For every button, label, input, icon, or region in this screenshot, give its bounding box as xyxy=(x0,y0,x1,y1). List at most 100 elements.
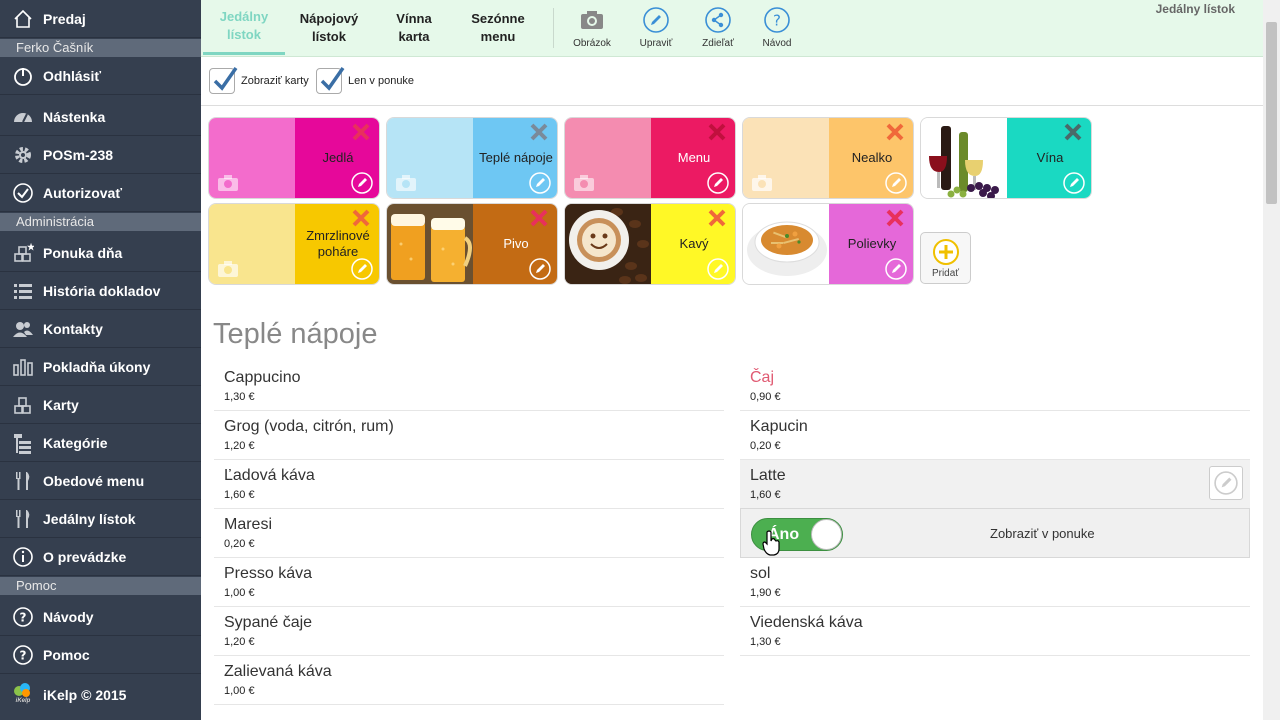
pencil-icon[interactable] xyxy=(707,172,729,194)
checkbox-label: Zobraziť karty xyxy=(241,75,309,87)
obrazok-button[interactable]: Obrázok xyxy=(562,6,622,49)
tab-sezonne-menu[interactable]: Sezónne menu xyxy=(463,0,533,55)
tab-jedalny-listok[interactable]: Jedálny lístok xyxy=(203,0,285,55)
sidebar-item-jedalny-listok[interactable]: Jedálny lístok xyxy=(0,501,201,538)
camera-icon[interactable] xyxy=(751,174,773,192)
sidebar-item-historia[interactable]: História dokladov xyxy=(0,273,201,310)
sidebar-item-karty[interactable]: Karty xyxy=(0,387,201,424)
sidebar-item-label: Kategórie xyxy=(43,435,108,451)
sidebar-item-ponuka-dna[interactable]: ★ Ponuka dňa xyxy=(0,235,201,272)
pencil-icon[interactable] xyxy=(707,258,729,280)
close-icon[interactable] xyxy=(1063,122,1083,142)
list-item[interactable]: Kapucin 0,20 € xyxy=(740,411,1250,460)
close-icon[interactable] xyxy=(707,208,727,228)
sidebar: Predaj Ferko Čašník Odhlásiť Nástenka PO… xyxy=(0,0,201,720)
sidebar-item-label: Autorizovať xyxy=(43,185,123,201)
list-item[interactable]: Čaj 0,90 € xyxy=(740,362,1250,411)
sidebar-item-predaj[interactable]: Predaj xyxy=(0,0,201,38)
home-icon xyxy=(12,8,34,30)
sidebar-item-label: Odhlásiť xyxy=(43,68,102,84)
sidebar-item-kontakty[interactable]: Kontakty xyxy=(0,311,201,348)
checkmark-icon xyxy=(213,66,238,91)
sidebar-item-obedove-menu[interactable]: Obedové menu xyxy=(0,463,201,500)
sidebar-item-posm[interactable]: POSm-238 xyxy=(0,137,201,174)
checkbox-box[interactable] xyxy=(316,66,345,94)
close-icon[interactable] xyxy=(351,208,371,228)
navod-button[interactable]: ? Návod xyxy=(747,6,807,49)
list-item[interactable]: Viedenská káva 1,30 € xyxy=(740,607,1250,656)
camera-icon[interactable] xyxy=(217,260,239,278)
dashboard-icon xyxy=(12,106,34,128)
pencil-icon[interactable] xyxy=(1063,172,1085,194)
sidebar-item-kategorie[interactable]: Kategórie xyxy=(0,425,201,462)
sidebar-item-label: História dokladov xyxy=(43,283,161,299)
sidebar-item-nastenka[interactable]: Nástenka xyxy=(0,99,201,136)
pencil-icon[interactable] xyxy=(885,172,907,194)
camera-icon[interactable] xyxy=(217,174,239,192)
zdielat-button[interactable]: Zdieľať xyxy=(688,6,748,49)
pencil-icon[interactable] xyxy=(529,258,551,280)
pencil-icon[interactable] xyxy=(351,172,373,194)
list-item[interactable]: Grog (voda, citrón, rum) 1,20 € xyxy=(214,411,724,460)
sidebar-admin-header: Administrácia xyxy=(0,213,201,231)
camera-icon[interactable] xyxy=(395,174,417,192)
soup-photo xyxy=(743,204,829,284)
scrollbar[interactable] xyxy=(1263,0,1280,720)
list-item[interactable]: Maresi 0,20 € xyxy=(214,509,724,558)
category-card-pivo[interactable]: Pivo xyxy=(386,203,558,285)
upravit-button[interactable]: Upraviť xyxy=(626,6,686,49)
list-item[interactable]: Cappucino 1,30 € xyxy=(214,362,724,411)
sidebar-item-pomoc[interactable]: ? Pomoc xyxy=(0,637,201,674)
list-item[interactable]: Sypané čaje 1,20 € xyxy=(214,607,724,656)
sidebar-item-o-prevadzke[interactable]: O prevádzke xyxy=(0,539,201,576)
close-icon[interactable] xyxy=(351,122,371,142)
category-card-zmrzlinove-pohare[interactable]: Zmrzlinové poháre xyxy=(208,203,380,285)
sidebar-item-autorizovat[interactable]: Autorizovať xyxy=(0,175,201,212)
gear-icon xyxy=(12,144,34,166)
close-icon[interactable] xyxy=(885,208,905,228)
pencil-icon[interactable] xyxy=(529,172,551,194)
pencil-icon[interactable] xyxy=(351,258,373,280)
sidebar-item-label: O prevádzke xyxy=(43,549,127,565)
list-item[interactable]: Zalievaná káva 1,00 € xyxy=(214,656,724,705)
checkbox-box[interactable] xyxy=(209,66,238,94)
close-icon[interactable] xyxy=(529,122,549,142)
list-item-selected[interactable]: Latte 1,60 € xyxy=(740,460,1250,509)
list-item[interactable]: Presso káva 1,00 € xyxy=(214,558,724,607)
len-v-ponuke-checkbox[interactable]: Len v ponuke xyxy=(316,66,414,94)
sidebar-item-pokladna[interactable]: Pokladňa úkony xyxy=(0,349,201,386)
category-card-nealko[interactable]: Nealko xyxy=(742,117,914,199)
add-category-label: Pridať xyxy=(931,267,960,279)
category-card-vina[interactable]: Vína xyxy=(920,117,1092,199)
power-icon xyxy=(12,65,34,87)
list-item[interactable]: Ľadová káva 1,60 € xyxy=(214,460,724,509)
toggle-knob xyxy=(811,519,842,550)
scrollbar-thumb[interactable] xyxy=(1266,22,1277,204)
users-icon xyxy=(12,318,34,340)
tab-napojovy-listok[interactable]: Nápojový lístok xyxy=(293,0,365,55)
sidebar-item-label: Obedové menu xyxy=(43,473,145,489)
edit-item-button[interactable] xyxy=(1209,466,1243,500)
sidebar-item-odhlasit[interactable]: Odhlásiť xyxy=(0,58,201,95)
category-card-teple-napoje[interactable]: Teplé nápoje xyxy=(386,117,558,199)
sidebar-help-header: Pomoc xyxy=(0,577,201,595)
top-toolbar: Jedálny lístok Nápojový lístok Vínna kar… xyxy=(201,0,1263,57)
close-icon[interactable] xyxy=(707,122,727,142)
category-card-polievky[interactable]: Polievky xyxy=(742,203,914,285)
tab-vinna-karta[interactable]: Vínna karta xyxy=(379,0,449,55)
sidebar-item-label: Jedálny lístok xyxy=(43,511,136,527)
sidebar-item-navody[interactable]: ? Návody xyxy=(0,599,201,636)
zobrazit-karty-checkbox[interactable]: Zobraziť karty xyxy=(209,66,309,94)
close-icon[interactable] xyxy=(885,122,905,142)
category-card-kavy[interactable]: Kavý xyxy=(564,203,736,285)
pencil-icon[interactable] xyxy=(885,258,907,280)
add-category-button[interactable]: Pridať xyxy=(920,232,971,284)
question-icon: ? xyxy=(763,6,791,34)
category-card-menu[interactable]: Menu xyxy=(564,117,736,199)
list-item[interactable]: sol 1,90 € xyxy=(740,558,1250,607)
category-card-jedla[interactable]: Jedlá xyxy=(208,117,380,199)
question-icon: ? xyxy=(12,606,34,628)
camera-icon[interactable] xyxy=(573,174,595,192)
close-icon[interactable] xyxy=(529,208,549,228)
sidebar-user-name: Ferko Čašník xyxy=(0,39,201,57)
